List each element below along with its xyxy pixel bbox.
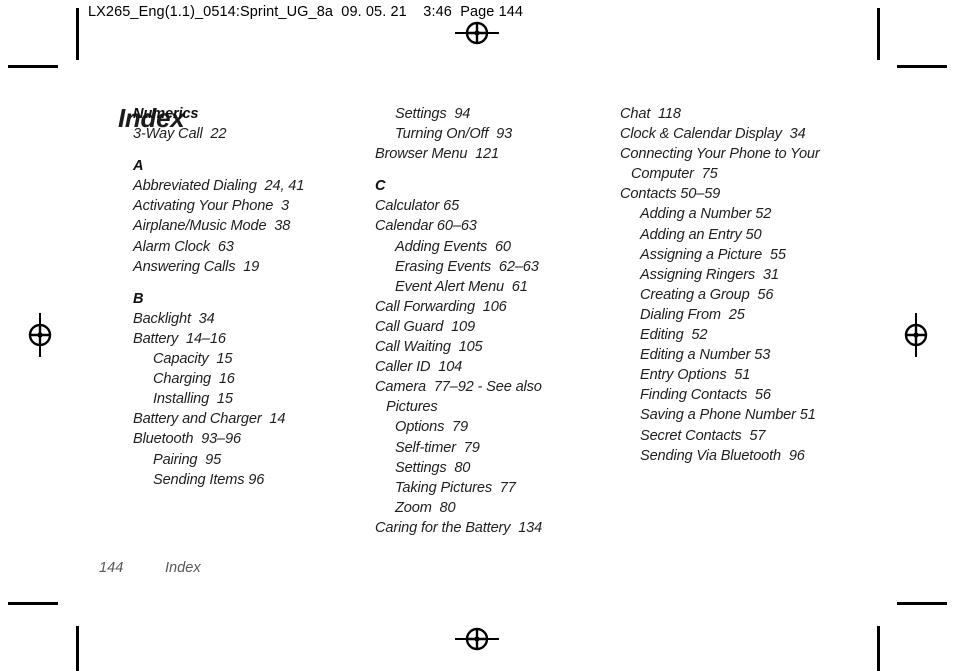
index-entry: Computer 75 [631, 166, 718, 183]
index-entry: Adding Events 60 [395, 238, 511, 255]
index-entry: Pairing 95 [153, 451, 222, 468]
index-entry: Battery 14–16 [133, 330, 226, 347]
index-entry: Camera 77–92 - See also [375, 379, 542, 396]
index-entry: Turning On/Off 93 [395, 126, 513, 143]
index-entry: Settings 94 [395, 106, 471, 122]
crop-mark-bottom-left-horizontal [8, 602, 58, 605]
index-entry: Clock & Calendar Display 34 [620, 126, 806, 143]
crop-mark-top-right-horizontal [897, 65, 947, 68]
registration-target-icon-top [455, 21, 499, 45]
page-footer: 144 Index [99, 560, 201, 576]
crop-mark-bottom-left-vertical [76, 626, 79, 671]
footer-page-number: 144 [99, 560, 124, 576]
index-entry: Caller ID 104 [375, 359, 463, 376]
registration-target-icon-left [28, 313, 52, 357]
index-entry: Finding Contacts 56 [640, 387, 771, 404]
index-entry: Activating Your Phone 3 [133, 198, 289, 215]
index-entry: Calendar 60–63 [375, 218, 477, 235]
index-entry: Chat 118 [620, 106, 681, 122]
index-entry: Installing 15 [153, 391, 233, 408]
registration-target-icon-bottom [455, 627, 499, 651]
index-entry: Editing 52 [640, 327, 708, 344]
crop-mark-top-left-vertical [76, 8, 79, 60]
index-entry: Assigning Ringers 31 [640, 266, 779, 283]
index-entry: Calculator 65 [375, 198, 460, 215]
footer-label: Index [165, 560, 201, 576]
index-entry: Adding an Entry 50 [640, 226, 762, 243]
index-entry: Event Alert Menu 61 [395, 278, 528, 295]
index-entry: Erasing Events 62–63 [395, 258, 539, 275]
index-entry: Backlight 34 [133, 310, 215, 327]
index-entry: Call Guard 109 [375, 318, 475, 335]
index-entry: Answering Calls 19 [133, 258, 260, 275]
index-entry: Call Forwarding 106 [375, 298, 507, 315]
index-entry: Settings 80 [395, 459, 471, 476]
index-entry: Caring for the Battery 134 [375, 519, 543, 536]
index-entry: Zoom 80 [395, 499, 456, 516]
index-entry: Alarm Clock 63 [133, 238, 234, 255]
index-letter-heading: C [375, 178, 386, 195]
crop-mark-top-right-vertical [877, 8, 880, 60]
index-column-1: Numerics 3-Way Call 22 A Abbreviated Dialin… [133, 104, 358, 490]
index-letter-heading: A [133, 158, 144, 175]
index-entry: Dialing From 25 [640, 306, 745, 323]
index-entry: Sending Via Bluetooth 96 [640, 447, 805, 464]
index-entry: Sending Items 96 [153, 471, 265, 488]
index-entry: Taking Pictures 77 [395, 479, 516, 496]
crop-mark-bottom-right-horizontal [897, 602, 947, 605]
index-entry: Capacity 15 [153, 351, 233, 368]
index-entry: 3-Way Call 22 [133, 126, 227, 143]
index-column-2: Settings 94 Turning On/Off 93 Browser Menu… [375, 104, 605, 538]
index-entry: Contacts 50–59 [620, 186, 721, 203]
index-entry: Entry Options 51 [640, 367, 751, 384]
crop-mark-top-left-horizontal [8, 65, 58, 68]
crop-mark-bottom-right-vertical [877, 626, 880, 671]
index-entry: Creating a Group 56 [640, 286, 774, 303]
index-entry: Abbreviated Dialing 24, 41 [133, 178, 305, 195]
index-letter-heading: Numerics [133, 106, 199, 122]
index-letter-heading: B [133, 290, 144, 307]
index-entry: Adding a Number 52 [640, 206, 772, 223]
index-entry: Connecting Your Phone to Your [620, 146, 820, 163]
index-entry: Airplane/Music Mode 38 [133, 218, 291, 235]
index-entry: Call Waiting 105 [375, 339, 483, 356]
index-entry: Browser Menu 121 [375, 146, 499, 163]
index-entry: Bluetooth 93–96 [133, 431, 241, 448]
index-entry: Charging 16 [153, 371, 235, 388]
index-entry: Battery and Charger 14 [133, 411, 286, 428]
registration-target-icon-right [904, 313, 928, 357]
index-entry: Pictures [386, 399, 438, 416]
index-column-3: Chat 118 Clock & Calendar Display 34 Conne… [620, 104, 855, 466]
index-entry: Options 79 [395, 419, 468, 436]
index-entry: Editing a Number 53 [640, 347, 771, 364]
index-entry: Assigning a Picture 55 [640, 246, 786, 263]
document-page: LX265_Eng(1.1)_0514:Sprint_UG_8a 09. 05.… [0, 0, 954, 671]
index-entry: Secret Contacts 57 [640, 427, 766, 444]
index-entry: Saving a Phone Number 51 [640, 407, 816, 424]
index-entry: Self-timer 79 [395, 439, 480, 456]
